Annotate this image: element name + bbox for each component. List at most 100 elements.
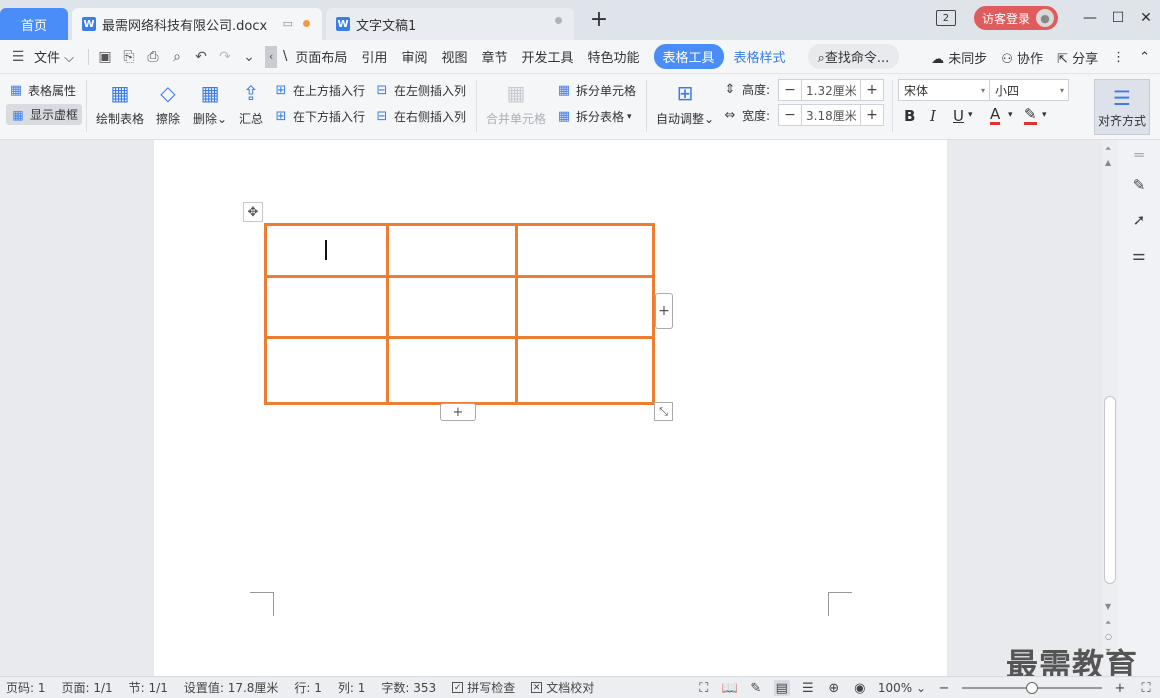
document-proofread-button[interactable]: ✕ 文档校对 xyxy=(531,679,594,696)
table-cell[interactable] xyxy=(515,275,655,339)
write-mode-icon[interactable]: ✎ xyxy=(748,680,764,696)
outline-view-icon[interactable]: ☰ xyxy=(800,680,816,696)
table-cell[interactable] xyxy=(515,223,655,278)
table-cell[interactable] xyxy=(386,336,518,405)
col-width-stepper[interactable]: − 3.18厘米 + xyxy=(778,104,884,126)
table-cell[interactable] xyxy=(386,275,518,339)
tab-dot-icon[interactable] xyxy=(555,17,562,24)
menu-review[interactable]: 审阅 xyxy=(401,47,427,66)
add-row-button[interactable]: + xyxy=(440,403,476,421)
width-input[interactable]: 3.18厘米 xyxy=(801,105,861,125)
insert-row-above-button[interactable]: ⊞ 在上方插入行 xyxy=(273,82,365,99)
tab-home[interactable]: 首页 xyxy=(0,8,68,40)
print-icon[interactable]: ⎙ xyxy=(145,49,161,65)
table-properties-button[interactable]: ▦ 表格属性 xyxy=(8,82,76,99)
monitor-icon[interactable]: ▭ xyxy=(283,17,293,30)
menu-file[interactable]: 文件 ⌵ xyxy=(34,47,74,66)
vertical-scrollbar[interactable]: ⏶ ▲ ▼ ⏶ ○ ⏷ xyxy=(1102,140,1118,676)
font-color-button[interactable]: A xyxy=(990,107,1001,125)
table-cell[interactable] xyxy=(386,223,518,278)
export-icon[interactable]: ⎘ xyxy=(121,49,137,65)
status-col[interactable]: 列: 1 xyxy=(338,679,366,696)
zoom-level[interactable]: 100% ⌄ xyxy=(878,681,926,695)
adjust-settings-icon[interactable]: ⚌ xyxy=(1130,246,1148,264)
font-family-select[interactable]: 宋体 ▾ xyxy=(898,79,990,101)
menu-developer[interactable]: 开发工具 xyxy=(521,47,573,66)
save-icon[interactable]: ▣ xyxy=(97,49,113,65)
height-decrease-button[interactable]: − xyxy=(779,80,801,100)
font-size-select[interactable]: 小四 ▾ xyxy=(989,79,1069,101)
menu-page-layout[interactable]: 页面布局 xyxy=(295,47,347,66)
height-input[interactable]: 1.32厘米 xyxy=(801,80,861,100)
tab-active-document[interactable]: W 最需网络科技有限公司.docx ▭ xyxy=(72,8,322,40)
spell-check-toggle[interactable]: ✓ 拼写检查 xyxy=(452,679,515,696)
login-button[interactable]: 访客登录 ● xyxy=(973,6,1058,30)
highlight-dropdown-icon[interactable]: ▾ xyxy=(1042,110,1047,120)
bold-button[interactable]: B xyxy=(904,107,915,125)
more-icon[interactable]: ⋮ xyxy=(1112,50,1125,65)
page-view-icon[interactable]: ▤ xyxy=(773,680,790,696)
web-view-icon[interactable]: ⊕ xyxy=(826,680,842,696)
show-gridlines-button[interactable]: ▦ 显示虚框 xyxy=(6,104,83,125)
scroll-top-icon[interactable]: ⏶ xyxy=(1105,144,1111,154)
status-pages[interactable]: 页面: 1/1 xyxy=(62,679,113,696)
zoom-slider-knob[interactable] xyxy=(1026,682,1038,694)
status-section[interactable]: 节: 1/1 xyxy=(129,679,168,696)
underline-button[interactable]: U xyxy=(953,107,964,125)
fit-window-icon[interactable]: ⛶ xyxy=(1138,680,1154,696)
close-button[interactable]: ✕ xyxy=(1132,6,1160,30)
scroll-down-icon[interactable]: ▼ xyxy=(1105,602,1111,611)
select-cursor-icon[interactable]: ➚ xyxy=(1130,211,1148,229)
edit-pen-icon[interactable]: ✎ xyxy=(1130,176,1148,194)
zoom-slider[interactable] xyxy=(962,682,1102,694)
highlight-icon[interactable]: ✎ xyxy=(1024,106,1037,125)
delete-button[interactable]: ▦ 删除⌄ xyxy=(193,80,227,127)
split-table-button[interactable]: ▦ 拆分表格 ▾ xyxy=(556,108,632,125)
reading-mode-icon[interactable]: 📖 xyxy=(722,680,738,696)
status-word-count[interactable]: 字数: 353 xyxy=(381,679,436,696)
zoom-out-icon[interactable]: − xyxy=(936,680,952,696)
eye-protection-icon[interactable]: ◉ xyxy=(852,680,868,696)
search-command[interactable]: ⌕查找命令... xyxy=(807,44,900,69)
status-row[interactable]: 行: 1 xyxy=(294,679,322,696)
menu-table-tools[interactable]: 表格工具 xyxy=(653,44,724,69)
font-color-dropdown-icon[interactable]: ▾ xyxy=(1008,110,1013,120)
alignment-button[interactable]: ☰ 对齐方式 xyxy=(1094,79,1150,135)
prev-page-icon[interactable]: ⏶ xyxy=(1105,618,1111,628)
table-move-handle-icon[interactable]: ✥ xyxy=(243,202,263,222)
italic-button[interactable]: I xyxy=(930,107,936,125)
scroll-up-icon[interactable]: ▲ xyxy=(1105,158,1111,167)
new-tab-button[interactable]: + xyxy=(588,9,610,32)
table-cell[interactable] xyxy=(264,336,389,405)
sync-button[interactable]: ☁ 未同步 xyxy=(931,48,987,67)
table-cell[interactable] xyxy=(264,275,389,339)
menu-special[interactable]: 特色功能 xyxy=(588,47,640,66)
redo-icon[interactable]: ↷ xyxy=(217,49,233,65)
auto-fit-button[interactable]: ⊞ 自动调整⌄ xyxy=(656,80,714,127)
collab-button[interactable]: ⚇ 协作 xyxy=(1001,48,1043,67)
add-column-button[interactable]: + xyxy=(655,293,673,329)
fullscreen-icon[interactable]: ⛶ xyxy=(696,680,712,696)
hamburger-menu-icon[interactable]: ☰ xyxy=(10,49,26,65)
menu-table-style[interactable]: 表格样式 xyxy=(734,47,786,66)
print-preview-icon[interactable]: ⌕ xyxy=(169,49,185,65)
window-count-badge[interactable]: 2 xyxy=(935,10,956,26)
document-table[interactable] xyxy=(264,223,655,405)
status-setting-value[interactable]: 设置值: 17.8厘米 xyxy=(184,679,279,696)
underline-dropdown-icon[interactable]: ▾ xyxy=(968,110,973,120)
draw-table-button[interactable]: ▦ 绘制表格 xyxy=(96,80,144,127)
zoom-in-icon[interactable]: + xyxy=(1112,680,1128,696)
undo-icon[interactable]: ↶ xyxy=(193,49,209,65)
menu-truncated[interactable]: \ xyxy=(283,49,287,64)
menu-chapter[interactable]: 章节 xyxy=(481,47,507,66)
customize-dropdown-icon[interactable]: ⌄ xyxy=(241,49,257,65)
split-cells-button[interactable]: ▦ 拆分单元格 xyxy=(556,82,636,99)
width-increase-button[interactable]: + xyxy=(861,105,883,125)
ribbon-scroll-left-button[interactable]: ‹ xyxy=(265,45,278,68)
minimize-button[interactable]: — xyxy=(1076,6,1104,30)
insert-col-right-button[interactable]: ⊟ 在右侧插入列 xyxy=(374,108,466,125)
insert-row-below-button[interactable]: ⊞ 在下方插入行 xyxy=(273,108,365,125)
erase-button[interactable]: ◇ 擦除 xyxy=(155,80,181,127)
merge-cells-button[interactable]: ▦ 合并单元格 xyxy=(486,80,546,127)
table-resize-handle-icon[interactable]: ⤡ xyxy=(654,402,673,421)
